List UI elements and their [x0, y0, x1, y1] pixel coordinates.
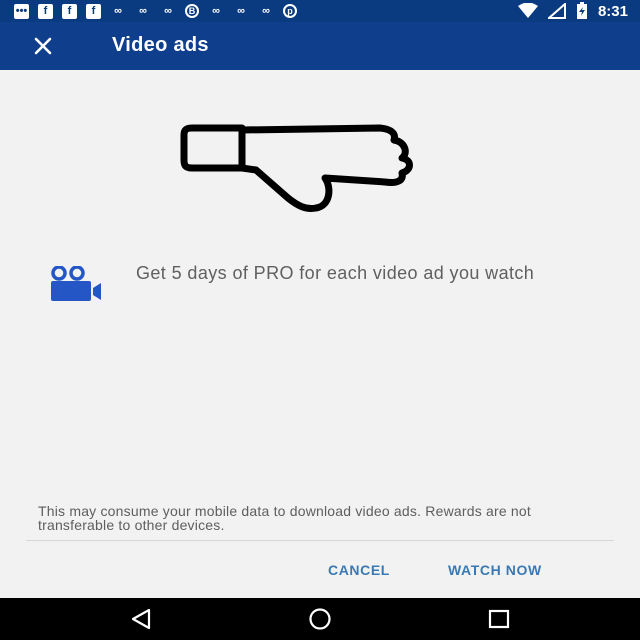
link-icon: ∞ — [114, 5, 122, 17]
close-icon — [34, 37, 52, 55]
divider — [26, 540, 614, 541]
watch-now-button[interactable]: WATCH NOW — [448, 562, 542, 578]
b-icon: B — [185, 4, 199, 18]
link-icon: ∞ — [262, 5, 270, 17]
back-button[interactable] — [126, 606, 156, 632]
data-disclaimer: This may consume your mobile data to dow… — [38, 503, 531, 533]
message-icon: ••• — [14, 3, 29, 19]
page-title: Video ads — [112, 34, 209, 56]
link-icon: ∞ — [212, 5, 220, 17]
wifi-icon — [517, 3, 538, 18]
pinterest-icon: p — [283, 4, 297, 18]
status-bar: ••• f f f ∞ ∞ ∞ B ∞ ∞ ∞ p 8:31 — [0, 0, 640, 22]
link-icon: ∞ — [139, 5, 147, 17]
notification-icons: ••• f f f ∞ ∞ ∞ B ∞ ∞ ∞ p — [14, 2, 297, 20]
home-button[interactable] — [305, 606, 335, 632]
app-bar: Video ads — [0, 22, 640, 70]
facebook-icon: f — [62, 3, 77, 19]
link-icon: ∞ — [237, 5, 245, 17]
facebook-icon: f — [38, 3, 53, 19]
close-button[interactable] — [28, 32, 58, 60]
navigation-bar — [0, 598, 640, 640]
battery-icon — [576, 2, 587, 19]
back-icon — [131, 608, 151, 630]
link-icon: ∞ — [164, 5, 172, 17]
feature-text: Get 5 days of PRO for each video ad you … — [136, 263, 535, 283]
home-icon — [309, 608, 331, 630]
facebook-icon: f — [86, 3, 101, 19]
video-camera-icon — [51, 266, 101, 301]
signal-icon — [547, 3, 566, 19]
recents-icon — [488, 609, 510, 629]
thumbs-down-icon — [180, 124, 413, 212]
clock: 8:31 — [597, 2, 628, 20]
system-icons: 8:31 — [517, 1, 628, 21]
cancel-button[interactable]: CANCEL — [328, 562, 390, 578]
recents-button[interactable] — [484, 606, 514, 632]
